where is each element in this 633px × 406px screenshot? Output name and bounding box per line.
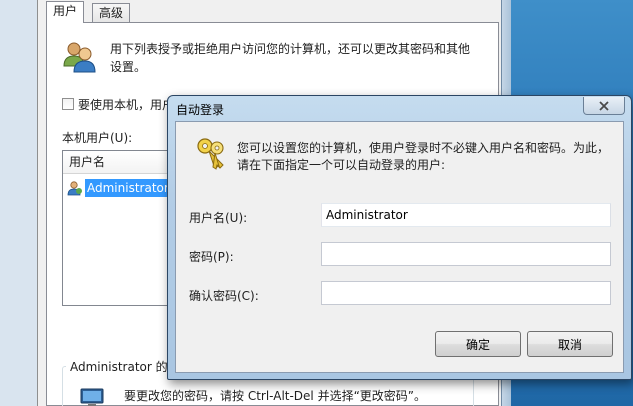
ok-button[interactable]: 确定 [435, 331, 521, 357]
password-field[interactable] [321, 242, 611, 266]
user-icon [67, 181, 82, 196]
confirm-password-field[interactable] [321, 281, 611, 305]
computer-icon [80, 388, 104, 406]
users-intro-text: 用下列表授予或拒绝用户访问您的计算机，还可以更改其密码和其他 设置。 [110, 40, 490, 76]
users-list[interactable]: 用户名 Administrator [62, 150, 182, 306]
dialog-intro-line1: 您可以设置您的计算机，使用户登录时不必键入用户名和密码。为此， [237, 141, 610, 155]
local-users-label: 本机用户(U): [62, 131, 133, 145]
require-password-label: 要使用本机，用户 [78, 98, 175, 112]
tab-advanced[interactable]: 高级 [92, 3, 131, 22]
list-column-header[interactable]: 用户名 [63, 151, 181, 174]
dialog-intro-text: 您可以设置您的计算机，使用户登录时不必键入用户名和密码。为此， 请在下面指定一个… [237, 140, 617, 174]
change-password-hint: 要更改您的密码，请按 Ctrl-Alt-Del 并选择“更改密码”。 [124, 389, 427, 403]
dialog-body: 您可以设置您的计算机，使用户登录时不必键入用户名和密码。为此， 请在下面指定一个… [175, 121, 624, 373]
auto-logon-dialog: 自动登录 您可以设置您的计算机，使用户登录时不必键入用户名和密码。为此， 请在下… [167, 95, 632, 380]
password-label: 密码(P): [189, 250, 234, 264]
users-intro-line2: 设置。 [110, 60, 147, 74]
users-intro-line1: 用下列表授予或拒绝用户访问您的计算机，还可以更改其密码和其他 [110, 42, 471, 56]
close-icon [599, 100, 609, 111]
confirm-password-label: 确认密码(C): [189, 289, 259, 303]
username-label: 用户名(U): [189, 211, 248, 225]
close-button[interactable] [583, 97, 625, 115]
password-group-title: Administrator 的 [66, 358, 172, 375]
dialog-title: 自动登录 [176, 103, 225, 117]
list-item[interactable]: Administrator [67, 179, 171, 197]
username-field[interactable] [321, 203, 611, 227]
tab-users[interactable]: 用户 [46, 1, 85, 23]
require-password-checkbox[interactable] [62, 98, 74, 110]
cancel-button[interactable]: 取消 [527, 331, 613, 357]
dialog-titlebar[interactable]: 自动登录 [168, 96, 631, 121]
keys-icon [197, 138, 224, 170]
list-item-label: Administrator [85, 179, 171, 197]
dialog-intro-line2: 请在下面指定一个可以自动登录的用户: [237, 158, 446, 172]
users-icon [63, 42, 96, 73]
